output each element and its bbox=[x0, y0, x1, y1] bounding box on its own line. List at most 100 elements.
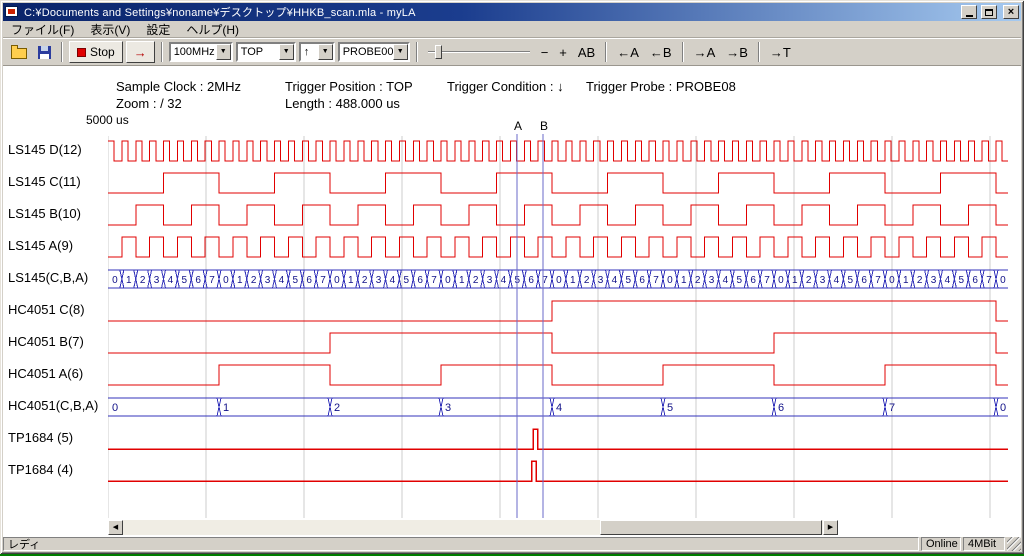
time-division-label: 5000 us bbox=[86, 113, 129, 127]
scroll-right-icon[interactable]: ▶ bbox=[823, 520, 838, 535]
trigger-position-value: TOP bbox=[238, 46, 279, 58]
svg-text:0: 0 bbox=[334, 275, 340, 286]
chevron-down-icon[interactable]: ▼ bbox=[318, 44, 333, 60]
svg-text:5: 5 bbox=[848, 275, 854, 286]
svg-text:6: 6 bbox=[195, 275, 201, 286]
svg-text:0: 0 bbox=[445, 275, 451, 286]
zoom-slider[interactable] bbox=[426, 42, 532, 62]
channel-label: LS145 B(10) bbox=[8, 206, 81, 221]
run-button[interactable]: → bbox=[126, 41, 155, 63]
svg-text:1: 1 bbox=[459, 275, 465, 286]
channel-label: LS145 D(12) bbox=[8, 142, 82, 157]
move-cursor-a-left-button[interactable]: ←A bbox=[613, 43, 643, 62]
slider-track bbox=[428, 51, 530, 53]
cursor-a-label[interactable]: A bbox=[512, 119, 524, 133]
trace-tp1684-4- bbox=[108, 461, 1008, 481]
move-cursor-b-right-button[interactable]: →B bbox=[722, 43, 752, 62]
trigger-edge-select[interactable]: ↑ ▼ bbox=[299, 42, 335, 62]
maximize-button[interactable] bbox=[981, 5, 997, 19]
scroll-left-icon[interactable]: ◀ bbox=[108, 520, 123, 535]
svg-text:1: 1 bbox=[792, 275, 798, 286]
svg-text:1: 1 bbox=[681, 275, 687, 286]
main-area: Sample Clock : 2MHz Trigger Position : T… bbox=[3, 65, 1021, 537]
move-cursor-b-left-button[interactable]: ←B bbox=[646, 43, 676, 62]
svg-text:3: 3 bbox=[931, 275, 937, 286]
svg-text:0: 0 bbox=[1000, 275, 1006, 286]
svg-text:5: 5 bbox=[737, 275, 743, 286]
svg-text:5: 5 bbox=[182, 275, 188, 286]
stop-button[interactable]: Stop bbox=[69, 41, 123, 63]
cursor-lines[interactable] bbox=[517, 134, 543, 518]
channel-label: TP1684 (4) bbox=[8, 462, 73, 477]
goto-trigger-button[interactable]: →T bbox=[766, 43, 795, 62]
trigger-position-select[interactable]: TOP ▼ bbox=[236, 42, 296, 62]
scrollbar-thumb[interactable] bbox=[600, 520, 822, 535]
svg-text:4: 4 bbox=[168, 275, 174, 286]
toolbar-separator bbox=[682, 42, 684, 62]
svg-text:2: 2 bbox=[806, 275, 812, 286]
svg-text:4: 4 bbox=[556, 402, 562, 414]
menu-help[interactable]: ヘルプ(H) bbox=[178, 20, 247, 39]
channel-label: HC4051 A(6) bbox=[8, 366, 83, 381]
save-file-button[interactable] bbox=[33, 41, 55, 63]
svg-text:6: 6 bbox=[306, 275, 312, 286]
svg-text:4: 4 bbox=[501, 275, 507, 286]
svg-text:6: 6 bbox=[639, 275, 645, 286]
svg-text:6: 6 bbox=[861, 275, 867, 286]
trigger-edge-value: ↑ bbox=[301, 46, 318, 58]
zoom-in-button[interactable]: + bbox=[555, 43, 571, 62]
svg-text:4: 4 bbox=[279, 275, 285, 286]
sample-clock-value: 100MHz bbox=[171, 46, 216, 58]
svg-text:3: 3 bbox=[445, 402, 451, 414]
close-button[interactable]: × bbox=[1003, 5, 1019, 19]
svg-text:2: 2 bbox=[695, 275, 701, 286]
resize-grip[interactable] bbox=[1007, 537, 1021, 551]
svg-text:7: 7 bbox=[320, 275, 326, 286]
trigger-probe-select[interactable]: PROBE00 ▼ bbox=[338, 42, 410, 62]
svg-text:1: 1 bbox=[348, 275, 354, 286]
minimize-button[interactable] bbox=[961, 5, 977, 19]
trace-hc4051-a-6- bbox=[108, 365, 1008, 385]
svg-text:3: 3 bbox=[820, 275, 826, 286]
chevron-down-icon[interactable]: ▼ bbox=[279, 44, 294, 60]
status-online: Online bbox=[921, 537, 961, 551]
svg-text:2: 2 bbox=[251, 275, 257, 286]
cursor-ab-button[interactable]: AB bbox=[574, 43, 599, 62]
sample-clock-select[interactable]: 100MHz ▼ bbox=[169, 42, 233, 62]
channel-label: LS145(C,B,A) bbox=[8, 270, 88, 285]
svg-text:7: 7 bbox=[764, 275, 770, 286]
svg-text:5: 5 bbox=[293, 275, 299, 286]
svg-text:0: 0 bbox=[778, 275, 784, 286]
channel-label: TP1684 (5) bbox=[8, 430, 73, 445]
menu-settings[interactable]: 設定 bbox=[138, 20, 178, 39]
svg-text:0: 0 bbox=[112, 275, 118, 286]
svg-text:4: 4 bbox=[834, 275, 840, 286]
menubar: ファイル(F) 表示(V) 設定 ヘルプ(H) bbox=[3, 21, 1021, 38]
menu-file[interactable]: ファイル(F) bbox=[3, 20, 82, 39]
horizontal-scrollbar[interactable]: ◀ ▶ bbox=[108, 520, 838, 535]
open-file-button[interactable] bbox=[8, 41, 30, 63]
toolbar-separator bbox=[758, 42, 760, 62]
waveform-display[interactable]: 0123456701234567012345670123456701234567… bbox=[108, 134, 1009, 518]
minimize-icon bbox=[966, 15, 973, 17]
trigger-position-info: Trigger Position : TOP bbox=[285, 79, 413, 94]
move-cursor-a-right-button[interactable]: →A bbox=[690, 43, 720, 62]
cursor-b-label[interactable]: B bbox=[538, 119, 550, 133]
titlebar: C:¥Documents and Settings¥noname¥デスクトップ¥… bbox=[3, 3, 1021, 21]
menu-view[interactable]: 表示(V) bbox=[82, 20, 138, 39]
svg-text:1: 1 bbox=[237, 275, 243, 286]
chevron-down-icon[interactable]: ▼ bbox=[216, 44, 231, 60]
channel-label: HC4051 B(7) bbox=[8, 334, 84, 349]
trace-ls145-a-9- bbox=[108, 237, 1008, 257]
svg-text:0: 0 bbox=[112, 402, 118, 414]
svg-text:5: 5 bbox=[959, 275, 965, 286]
chevron-down-icon[interactable]: ▼ bbox=[393, 44, 408, 60]
zoom-out-button[interactable]: − bbox=[537, 43, 553, 62]
svg-text:1: 1 bbox=[126, 275, 132, 286]
channel-label: HC4051(C,B,A) bbox=[8, 398, 98, 413]
slider-thumb[interactable] bbox=[435, 45, 442, 59]
svg-text:6: 6 bbox=[528, 275, 534, 286]
svg-text:0: 0 bbox=[223, 275, 229, 286]
svg-text:5: 5 bbox=[626, 275, 632, 286]
save-icon bbox=[38, 46, 51, 59]
